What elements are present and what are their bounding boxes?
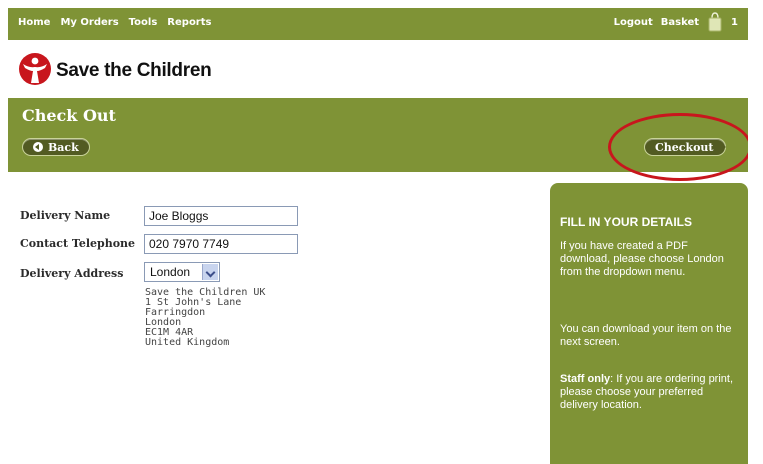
- delivery-address-text: Save the Children UK 1 St John's Lane Fa…: [145, 288, 265, 348]
- top-nav-bar: Home My Orders Tools Reports Logout Bask…: [8, 8, 748, 40]
- nav-right: Logout Basket 1: [614, 12, 738, 32]
- address-line: United Kingdom: [145, 337, 230, 348]
- basket-count: 1: [731, 16, 738, 28]
- arrow-left-circle-icon: [33, 142, 43, 152]
- back-button[interactable]: Back: [22, 138, 90, 156]
- help-sidebar: FILL IN YOUR DETAILS If you have created…: [550, 183, 748, 464]
- sidebar-paragraph-download: You can download your item on the next s…: [560, 323, 732, 348]
- logout-link[interactable]: Logout: [614, 17, 653, 28]
- basket-link[interactable]: Basket: [661, 17, 699, 28]
- delivery-address-selected: London: [150, 265, 191, 279]
- back-button-label: Back: [48, 140, 79, 154]
- chevron-down-icon[interactable]: [202, 264, 218, 280]
- nav-links: Home My Orders Tools Reports: [18, 17, 211, 28]
- delivery-address-label: Delivery Address: [20, 267, 124, 280]
- delivery-name-input[interactable]: Joe Bloggs: [144, 206, 298, 226]
- contact-telephone-input[interactable]: 020 7970 7749: [144, 234, 298, 254]
- delivery-address-select[interactable]: London: [144, 262, 220, 282]
- nav-home-link[interactable]: Home: [18, 17, 50, 28]
- sidebar-title: FILL IN YOUR DETAILS: [560, 215, 693, 229]
- logo-bar: Save the Children: [8, 40, 748, 98]
- delivery-name-label: Delivery Name: [20, 209, 111, 222]
- nav-tools-link[interactable]: Tools: [129, 17, 158, 28]
- app-frame: Home My Orders Tools Reports Logout Bask…: [8, 8, 748, 464]
- sidebar-paragraph-pdf: If you have created a PDF download, plea…: [560, 240, 724, 278]
- sidebar-paragraph-staff: Staff only: If you are ordering print, p…: [560, 373, 740, 412]
- contact-telephone-label: Contact Telephone: [20, 237, 136, 250]
- nav-my-orders-link[interactable]: My Orders: [60, 17, 118, 28]
- child-figure-logo-icon[interactable]: [18, 52, 52, 86]
- basket-bag-icon[interactable]: [707, 12, 723, 32]
- annotation-circle: [608, 113, 748, 181]
- staff-only-label: Staff only: [560, 373, 611, 385]
- brand-name[interactable]: Save the Children: [56, 60, 212, 82]
- page-title: Check Out: [22, 106, 116, 125]
- nav-reports-link[interactable]: Reports: [167, 17, 211, 28]
